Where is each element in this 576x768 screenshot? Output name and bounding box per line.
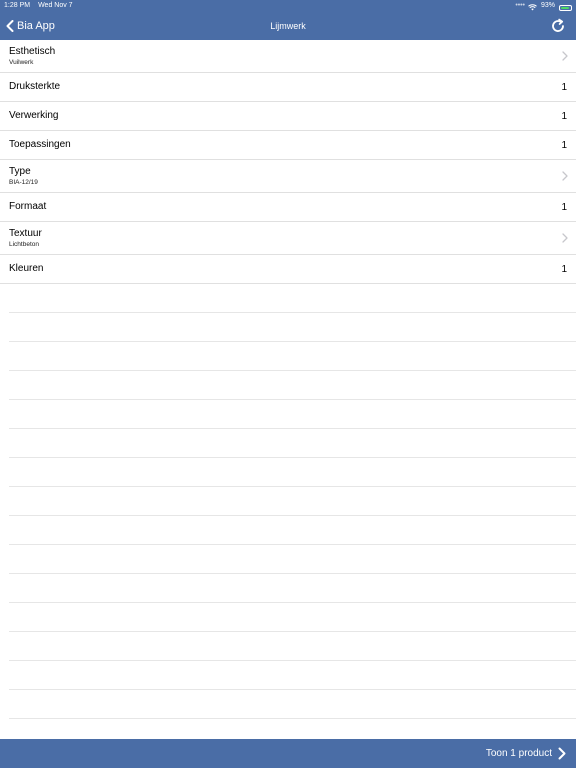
empty-table-row (9, 487, 576, 516)
chevron-left-icon (6, 20, 14, 32)
empty-table-row (9, 516, 576, 545)
filter-row-title: Formaat (9, 201, 47, 212)
status-time: 1:28 PM (4, 2, 31, 9)
filter-row-title: Type (9, 165, 31, 177)
back-button[interactable]: Bia App (6, 12, 55, 40)
chevron-right-icon (562, 160, 568, 192)
filter-row-text: Toepassingen (9, 131, 71, 159)
empty-table-row (9, 371, 576, 400)
empty-table-row (9, 429, 576, 458)
filter-row[interactable]: Formaat 1 (0, 193, 576, 222)
empty-table-row (9, 313, 576, 342)
status-bar: 1:28 PM Wed Nov 7 • • • • 93% (0, 0, 576, 12)
filter-row-count: 1 (561, 139, 567, 151)
empty-table-row (9, 458, 576, 487)
show-products-label: Toon 1 product (485, 748, 552, 759)
empty-table-row (9, 661, 576, 690)
filter-row-count: 1 (561, 110, 567, 122)
filter-row-subtitle: Lichtbeton (9, 240, 39, 248)
filter-row-count: 1 (561, 81, 567, 93)
empty-table-row (9, 690, 576, 719)
navigation-bar: Bia App Lijmwerk (0, 12, 576, 40)
battery-icon (559, 4, 572, 11)
filter-row-title: Textuur (9, 227, 42, 239)
filter-row-text: Verwerking (9, 102, 58, 130)
filter-row[interactable]: Textuur Lichtbeton (0, 222, 576, 255)
empty-table-row (9, 632, 576, 661)
wifi-icon (528, 2, 537, 11)
filter-row-text: Esthetisch Vuilwerk (9, 40, 55, 72)
filter-row-text: Formaat (9, 193, 46, 221)
filter-row[interactable]: Toepassingen 1 (0, 131, 576, 160)
filter-row-text: Kleuren (9, 255, 43, 283)
status-date: Wed Nov 7 (38, 2, 73, 9)
filter-row-title: Toepassingen (9, 139, 71, 150)
empty-table-row (9, 284, 576, 313)
empty-table-row (9, 342, 576, 371)
show-products-button[interactable]: Toon 1 product (486, 739, 566, 768)
empty-table-row (9, 603, 576, 632)
filter-list: Esthetisch Vuilwerk Druksterkte 1 Verwerking… (0, 40, 576, 719)
page-title: Lijmwerk (270, 21, 306, 31)
signal-dots-icon: • • • • (515, 2, 525, 9)
refresh-button[interactable] (550, 18, 566, 34)
filter-row-subtitle: BIA-12/19 (9, 178, 38, 186)
empty-table-row (9, 400, 576, 429)
filter-row-title: Kleuren (9, 263, 44, 274)
chevron-right-icon (562, 222, 568, 254)
filter-row-count: 1 (561, 201, 567, 213)
filter-row[interactable]: Kleuren 1 (0, 255, 576, 284)
filter-row-title: Verwerking (9, 110, 59, 121)
filter-row[interactable]: Verwerking 1 (0, 102, 576, 131)
footer-bar: Toon 1 product (0, 739, 576, 768)
filter-row[interactable]: Druksterkte 1 (0, 73, 576, 102)
chevron-right-icon (562, 40, 568, 72)
filter-row-title: Esthetisch (9, 45, 56, 57)
chevron-right-icon (558, 747, 566, 760)
filter-row-title: Druksterkte (9, 81, 61, 92)
filter-row-text: Type BIA-12/19 (9, 160, 38, 192)
empty-table-row (9, 574, 576, 603)
filter-row[interactable]: Type BIA-12/19 (0, 160, 576, 193)
filter-row-text: Textuur Lichtbeton (9, 222, 42, 254)
filter-row-count: 1 (561, 263, 567, 275)
filter-row[interactable]: Esthetisch Vuilwerk (0, 40, 576, 73)
refresh-icon (552, 18, 564, 32)
filter-row-text: Druksterkte (9, 73, 60, 101)
empty-table-row (9, 545, 576, 574)
filter-row-subtitle: Vuilwerk (9, 58, 34, 66)
back-button-label: Bia App (17, 20, 55, 32)
battery-percentage: 93% (540, 2, 555, 9)
